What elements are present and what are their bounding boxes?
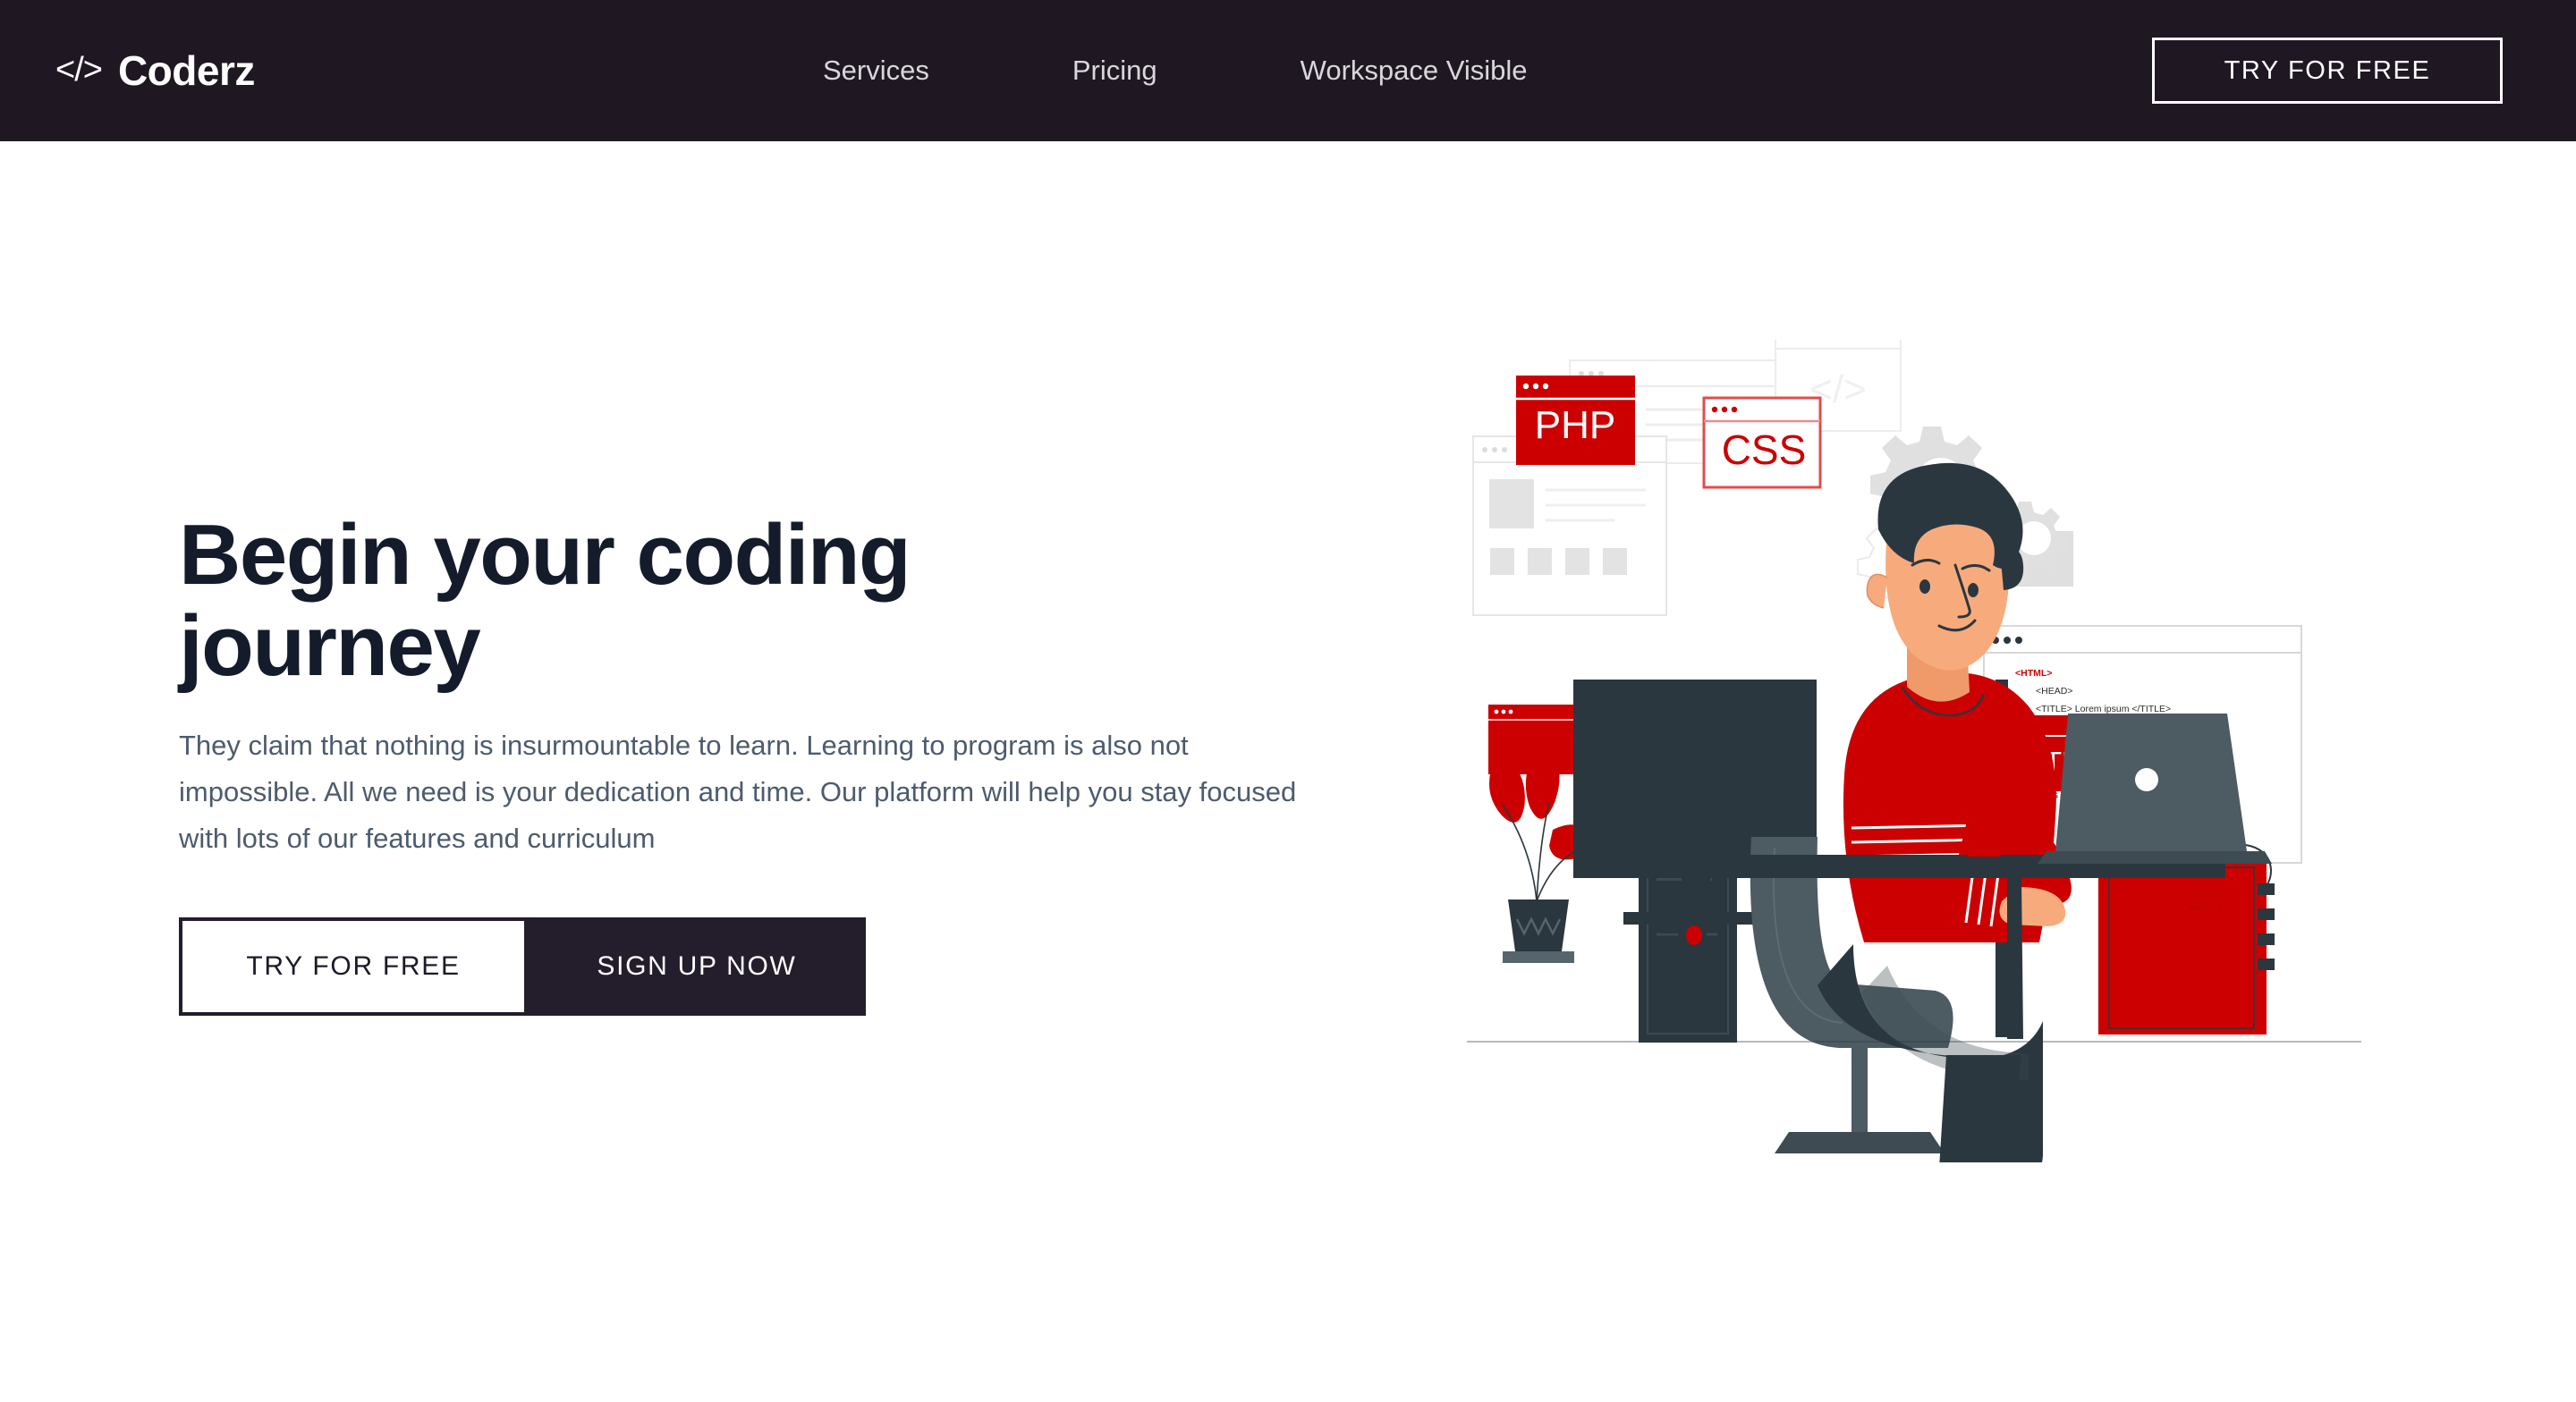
power-led	[1686, 925, 1702, 945]
nav-link-services[interactable]: Services	[823, 55, 929, 87]
plant-pot	[1508, 899, 1569, 951]
css-badge-label: CSS	[1722, 427, 1807, 473]
hero-subtitle: They claim that nothing is insurmountabl…	[179, 729, 1297, 854]
laptop-logo	[2135, 768, 2158, 791]
code-brackets-icon: </>	[55, 51, 103, 89]
hero-section: Begin your coding journey They claim tha…	[179, 510, 1342, 1016]
developer-at-desk-illustration: </> PHP CSS <HTML> <HEAD> <TITLE> Lorem …	[1467, 340, 2361, 1162]
hero-button-group: TRY FOR FREE SIGN UP NOW	[179, 916, 1342, 1016]
desk-leg-right	[2007, 878, 2023, 1039]
hero-try-for-free-button[interactable]: TRY FOR FREE	[179, 916, 528, 1016]
header-try-for-free-button[interactable]: TRY FOR FREE	[2152, 38, 2503, 104]
brand-name: Coderz	[117, 47, 255, 94]
red-notebook	[2098, 860, 2275, 1035]
css-badge: CSS	[1702, 396, 1822, 489]
code-line-2: <HEAD>	[2036, 686, 2072, 697]
nav-link-workspace-visible[interactable]: Workspace Visible	[1301, 55, 1528, 87]
brand-logo[interactable]: </> Coderz	[55, 46, 255, 95]
site-header: </> Coderz Services Pricing Workspace Vi…	[0, 0, 2576, 141]
main-nav: Services Pricing Workspace Visible	[823, 55, 1528, 87]
keyboard-accent	[1968, 846, 2000, 857]
nav-link-pricing[interactable]: Pricing	[1072, 55, 1157, 87]
hero-title: Begin your coding journey	[179, 507, 911, 694]
code-line-1: <HTML>	[2015, 668, 2052, 679]
php-badge: PHP	[1516, 376, 1635, 465]
php-badge-label: PHP	[1535, 403, 1615, 447]
hero-illustration: </> PHP CSS <HTML> <HEAD> <TITLE> Lorem …	[1467, 340, 2361, 1162]
code-line-3: <TITLE> Lorem ipsum </TITLE>	[2036, 704, 2171, 714]
hero-sign-up-now-button[interactable]: SIGN UP NOW	[528, 916, 866, 1016]
landing-page: </> Coderz Services Pricing Workspace Vi…	[0, 0, 2576, 1402]
